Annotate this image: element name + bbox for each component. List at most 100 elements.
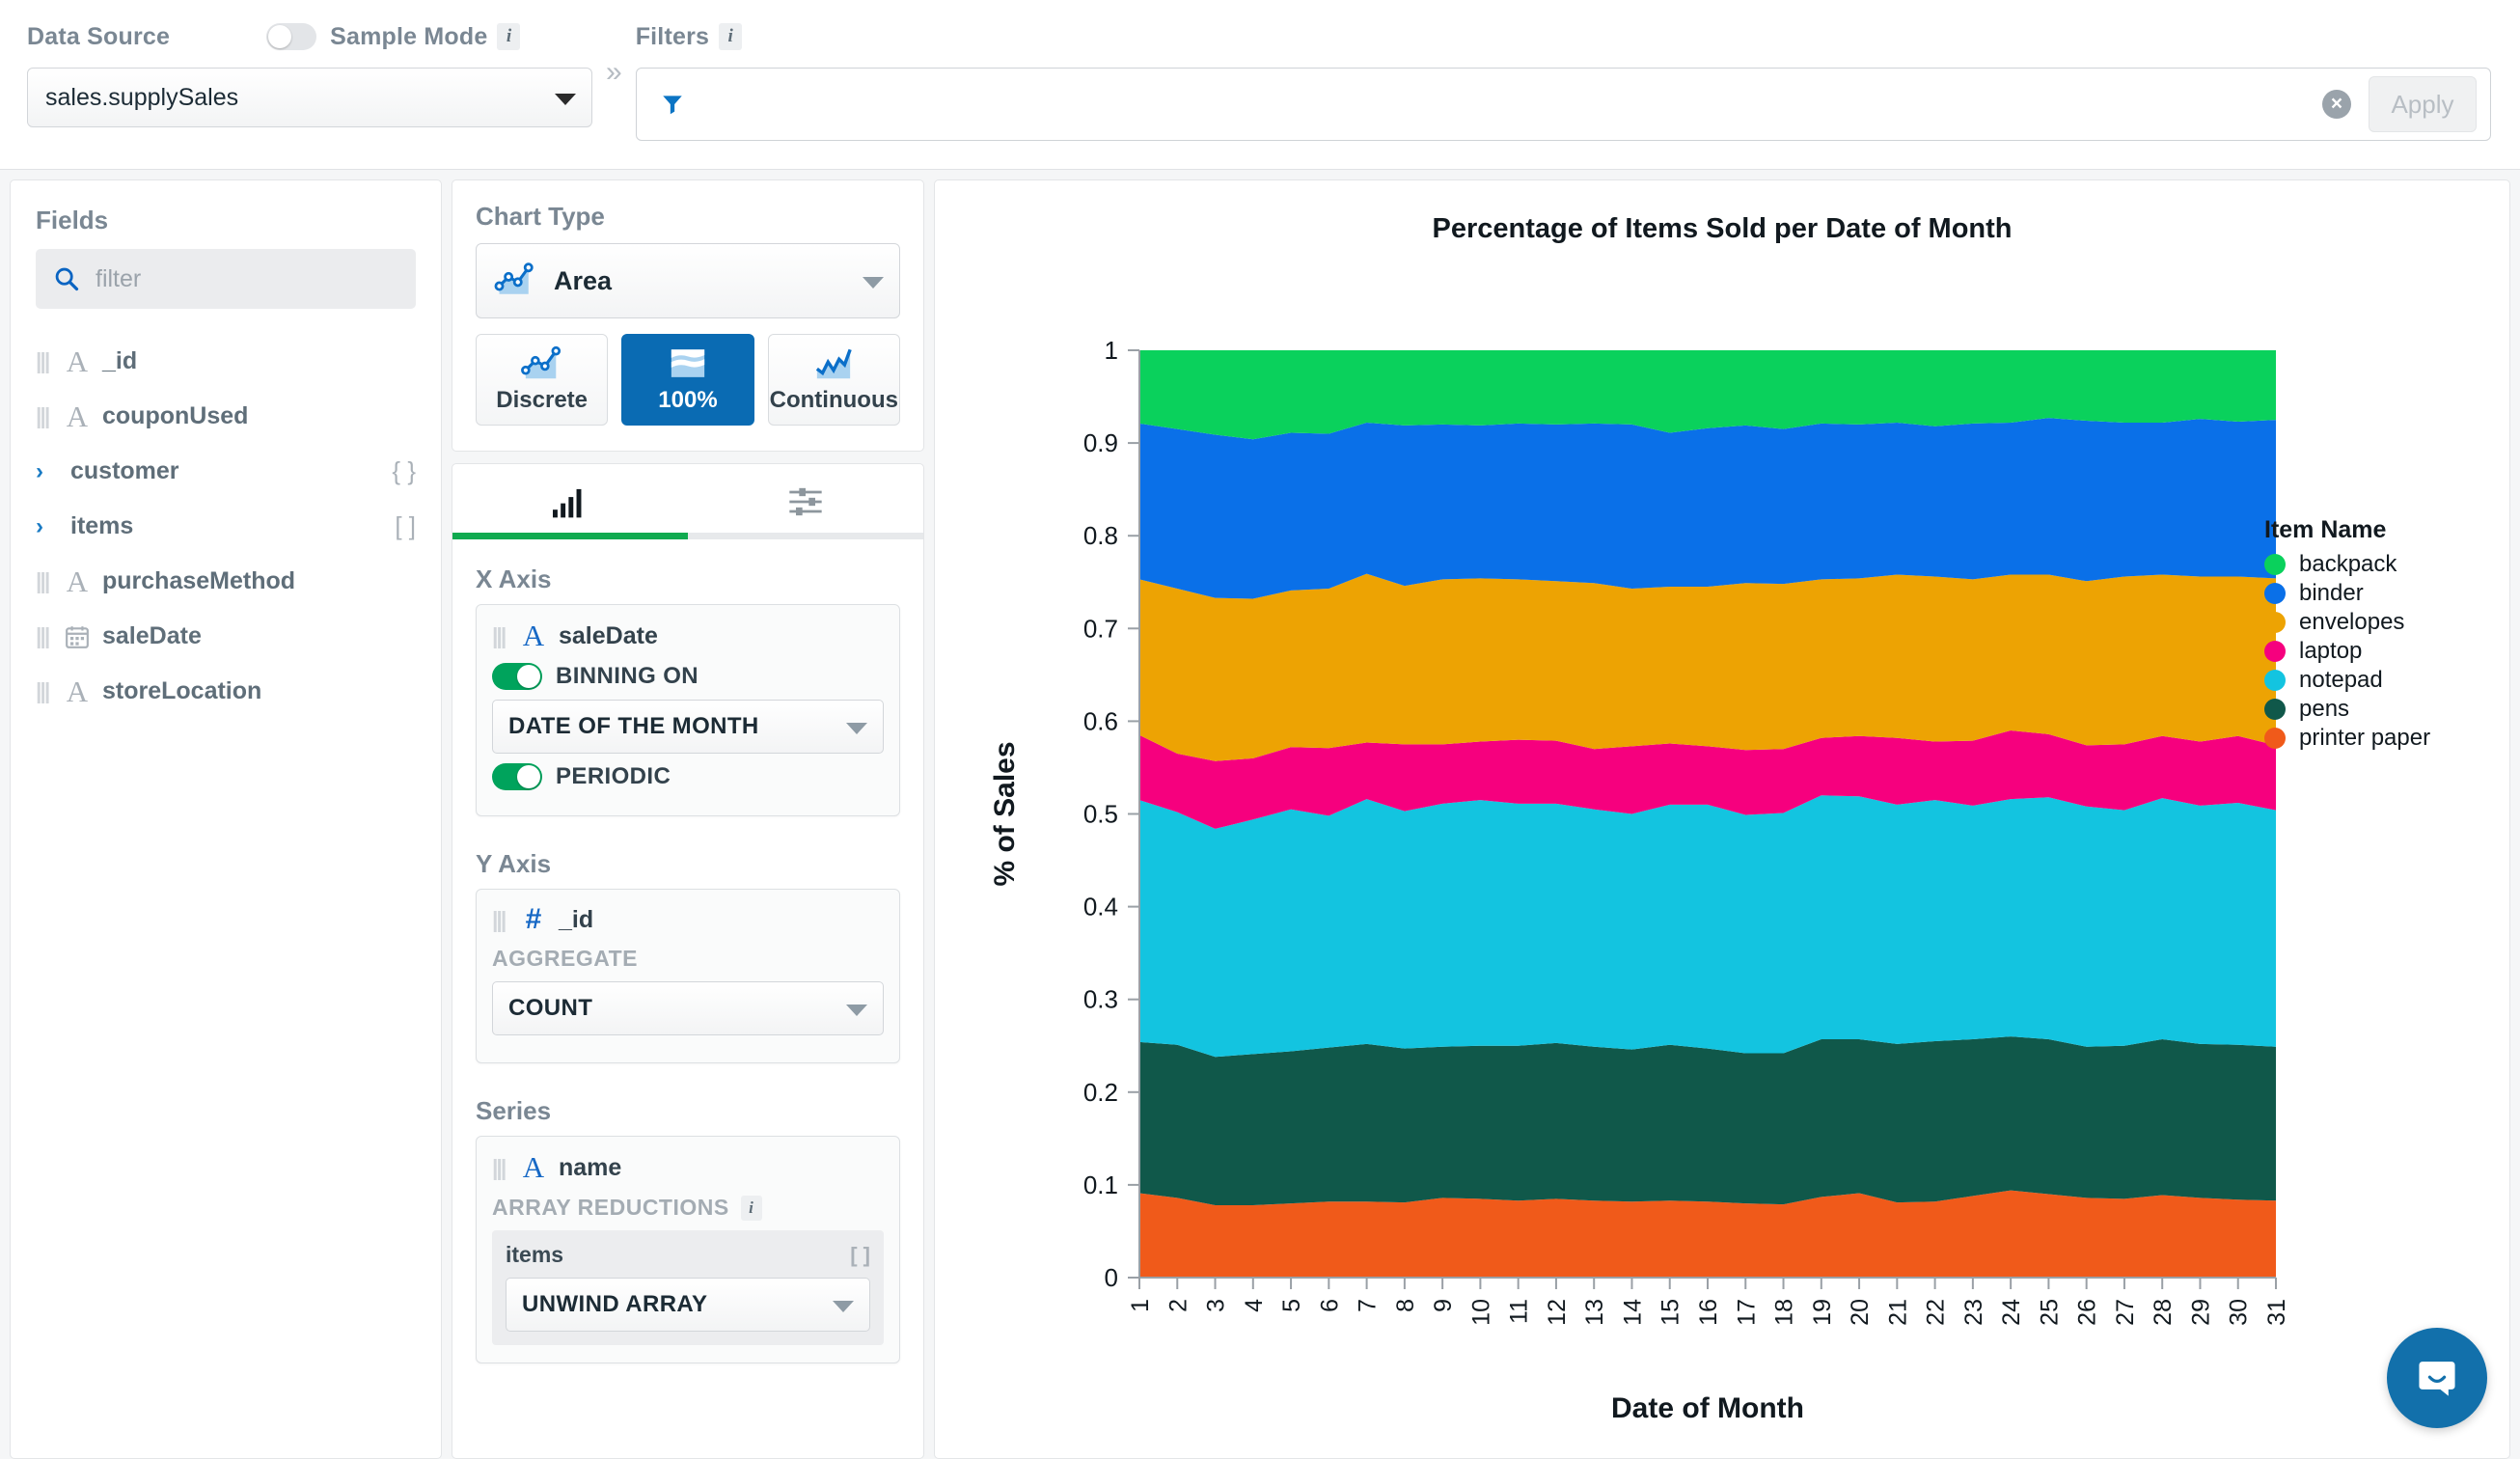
legend-color-swatch	[2264, 641, 2286, 662]
area-series-notepad[interactable]	[1139, 795, 2276, 1057]
array-reductions-info-icon[interactable]: i	[741, 1196, 762, 1221]
legend-item[interactable]: printer paper	[2264, 724, 2430, 753]
field-item-label: saleDate	[102, 622, 202, 650]
x-tick-label: 18	[1771, 1299, 1798, 1326]
field-item-_id[interactable]: |||A_id	[36, 334, 416, 389]
y-tick-label: 0.6	[1083, 706, 1118, 735]
sample-mode-info-icon[interactable]: i	[497, 23, 520, 50]
field-item-label: _id	[102, 347, 137, 375]
drag-handle-icon[interactable]: |||	[492, 1155, 511, 1181]
area-series-pens[interactable]	[1139, 1036, 2276, 1205]
chart-type-title: Chart Type	[476, 202, 900, 232]
chart-variant-continuous[interactable]: Continuous	[768, 334, 900, 426]
expand-arrow-icon[interactable]: ›	[36, 458, 55, 485]
array-reduction-select[interactable]: UNWIND ARRAY	[506, 1278, 870, 1332]
bin-unit-value: DATE OF THE MONTH	[508, 713, 759, 740]
data-source-select[interactable]: sales.supplySales	[27, 68, 592, 127]
aggregate-select[interactable]: COUNT	[492, 981, 884, 1035]
array-type-icon: [ ]	[850, 1243, 870, 1268]
filters-info-icon[interactable]: i	[719, 23, 742, 50]
drag-handle-icon[interactable]: |||	[492, 623, 511, 649]
stacked-100-area-icon	[666, 345, 710, 384]
series-field-row[interactable]: ||| A name	[492, 1150, 884, 1185]
discrete-area-icon	[520, 345, 564, 384]
array-reductions-label-row: ARRAY REDUCTIONS i	[492, 1195, 884, 1221]
apply-button[interactable]: Apply	[2369, 76, 2477, 132]
drag-handle-icon[interactable]: |||	[36, 623, 55, 649]
periodic-toggle[interactable]	[492, 763, 542, 790]
drag-handle-icon[interactable]: |||	[36, 348, 55, 374]
chart-type-select[interactable]: Area	[476, 243, 900, 318]
chart-variant-label: 100%	[658, 387, 717, 414]
x-axis-field-row[interactable]: ||| A saleDate	[492, 619, 884, 653]
legend-items: backpackbinderenvelopeslaptopnotepadpens…	[2264, 550, 2430, 753]
x-tick-label: 28	[2150, 1299, 2177, 1326]
field-item-couponUsed[interactable]: |||AcouponUsed	[36, 389, 416, 444]
field-item-label: storeLocation	[102, 677, 261, 705]
array-reductions-label: ARRAY REDUCTIONS	[492, 1195, 729, 1221]
x-tick-label: 1	[1127, 1299, 1154, 1312]
x-tick-label: 3	[1203, 1299, 1230, 1312]
text-type-icon: A	[65, 399, 90, 434]
chart-variant-discrete[interactable]: Discrete	[476, 334, 608, 426]
legend-item[interactable]: notepad	[2264, 666, 2430, 695]
field-item-label: customer	[70, 457, 179, 485]
drag-handle-icon[interactable]: |||	[36, 678, 55, 704]
legend-item-label: backpack	[2299, 551, 2397, 578]
y-tick-label: 0.7	[1083, 614, 1118, 643]
chat-launcher-button[interactable]	[2387, 1328, 2487, 1428]
field-item-saleDate[interactable]: ||| saleDate	[36, 609, 416, 664]
legend-item[interactable]: binder	[2264, 579, 2430, 608]
calendar-icon	[65, 624, 90, 649]
legend-color-swatch	[2264, 554, 2286, 575]
legend-item[interactable]: envelopes	[2264, 608, 2430, 637]
x-tick-label: 20	[1847, 1299, 1874, 1326]
clear-filters-icon[interactable]: ×	[2322, 90, 2351, 119]
series-card: ||| A name ARRAY REDUCTIONS i items [ ]	[476, 1136, 900, 1363]
x-tick-label: 15	[1657, 1299, 1685, 1326]
area-series-binder[interactable]	[1139, 418, 2276, 598]
field-item-items[interactable]: ›items[ ]	[36, 499, 416, 554]
sample-mode-knob	[268, 25, 291, 48]
field-item-purchaseMethod[interactable]: |||ApurchaseMethod	[36, 554, 416, 609]
series-title: Series	[476, 1096, 900, 1126]
area-series-envelopes[interactable]	[1139, 574, 2276, 761]
legend-item[interactable]: pens	[2264, 695, 2430, 724]
x-tick-label: 16	[1695, 1299, 1722, 1326]
drag-handle-icon[interactable]: |||	[492, 907, 511, 933]
chart-variant-label: Discrete	[496, 387, 588, 414]
text-type-icon: A	[65, 674, 90, 709]
expand-arrow-icon[interactable]: ›	[36, 513, 55, 540]
chevron-down-icon	[833, 1301, 854, 1312]
stacked-area-chart[interactable]: 00.10.20.30.40.50.60.70.80.9112345678910…	[935, 180, 2510, 1459]
chart-variant-label: Continuous	[770, 387, 898, 414]
sample-mode-label: Sample Mode	[330, 23, 487, 51]
x-tick-label: 2	[1164, 1299, 1192, 1312]
sliders-icon	[786, 485, 825, 518]
binning-toggle[interactable]	[492, 663, 542, 690]
area-series-printer-paper[interactable]	[1139, 1191, 2276, 1278]
field-item-storeLocation[interactable]: ||| AstoreLocation	[36, 664, 416, 719]
filters-input-bar[interactable]: × Apply	[636, 68, 2491, 141]
bin-unit-select[interactable]: DATE OF THE MONTH	[492, 700, 884, 754]
legend-item[interactable]: backpack	[2264, 550, 2430, 579]
aggregate-value: COUNT	[508, 995, 592, 1022]
legend-item[interactable]: laptop	[2264, 637, 2430, 666]
drag-handle-icon[interactable]: |||	[36, 403, 55, 429]
text-type-icon: A	[65, 564, 90, 599]
fields-filter-input[interactable]: filter	[36, 249, 416, 309]
y-axis-field-row[interactable]: ||| # _id	[492, 903, 884, 936]
x-tick-label: 19	[1809, 1299, 1836, 1326]
tab-customize[interactable]	[688, 464, 923, 539]
drag-handle-icon[interactable]: |||	[36, 568, 55, 594]
legend-item-label: binder	[2299, 580, 2364, 607]
text-type-icon: A	[521, 1150, 546, 1185]
sample-mode-toggle[interactable]	[266, 23, 316, 50]
x-axis-card: ||| A saleDate BINNING ON DATE OF THE MO…	[476, 604, 900, 816]
array-reduction-value: UNWIND ARRAY	[522, 1291, 707, 1318]
expand-panel-chevron-icon[interactable]: »	[606, 56, 622, 89]
tab-encode[interactable]	[452, 464, 688, 539]
chart-variant-100-percent[interactable]: 100%	[621, 334, 753, 426]
legend-color-swatch	[2264, 670, 2286, 691]
field-item-customer[interactable]: ›customer{ }	[36, 444, 416, 499]
